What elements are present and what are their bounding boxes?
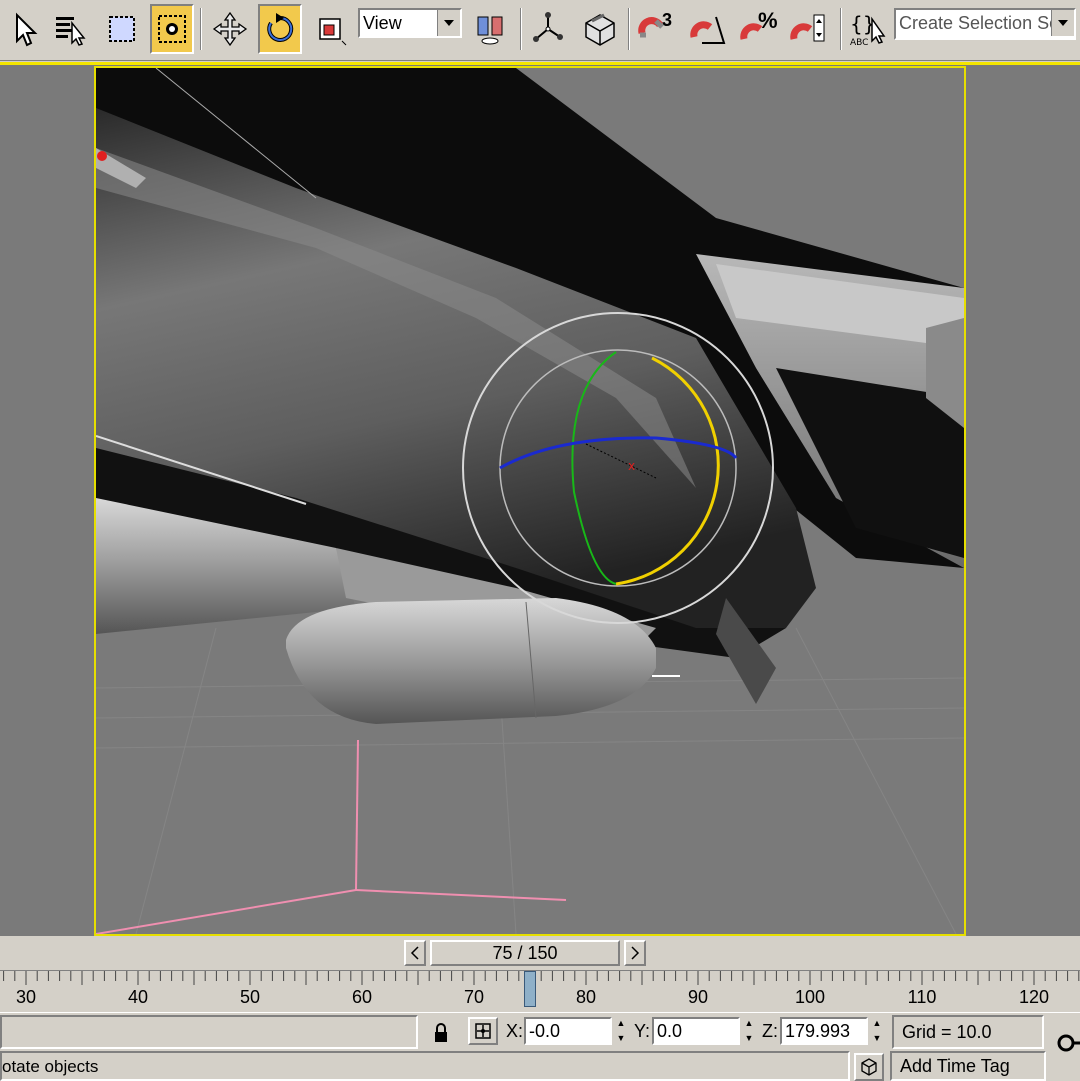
time-slider-bar: 75 / 150 [0, 936, 1080, 970]
toolbar-separator [200, 8, 202, 50]
animation-key-control[interactable] [1056, 1031, 1080, 1055]
track-tick-label: 30 [15, 987, 37, 1007]
grid-size-label: Grid = 10.0 [902, 1022, 992, 1042]
track-tick-label: 50 [239, 987, 261, 1007]
snap-dimension-label: 3 [662, 10, 673, 30]
key-icon [1057, 1034, 1080, 1052]
scene-render: x [96, 68, 964, 934]
prompt-line: otate objects [0, 1051, 850, 1081]
toolbar-separator [520, 8, 522, 50]
scale-icon [319, 18, 347, 46]
lock-icon [435, 1023, 447, 1042]
select-by-name-icon [56, 17, 86, 46]
chevron-left-icon [410, 946, 419, 960]
grid-size-display: Grid = 10.0 [892, 1015, 1044, 1049]
use-pivot-point-center-button[interactable] [468, 4, 512, 54]
named-selection-sets-dropdown[interactable]: Create Selection Set [894, 8, 1076, 40]
time-tag-icon-button[interactable] [854, 1053, 884, 1081]
select-and-manipulate-button[interactable] [526, 4, 570, 54]
x-coordinate-spinner[interactable]: ▲ ▼ [614, 1017, 628, 1045]
script-listener-area[interactable] [0, 1015, 418, 1049]
svg-text:x: x [628, 459, 635, 473]
window-crossing-button[interactable] [150, 4, 194, 54]
time-playhead[interactable] [524, 971, 536, 1007]
select-and-move-button[interactable] [208, 4, 252, 54]
track-tick-label: 90 [687, 987, 709, 1007]
spinner-snap-icon [790, 14, 825, 42]
select-object-button[interactable] [2, 4, 46, 54]
svg-text:ABC: ABC [850, 38, 868, 48]
dropdown-arrow-icon [437, 10, 460, 36]
rotate-icon [267, 13, 294, 42]
chevron-right-icon [631, 946, 640, 960]
named-selection-sets-placeholder: Create Selection Set [899, 13, 1065, 33]
x-coordinate-label: X: [506, 1021, 524, 1041]
track-tick-label: 40 [127, 987, 149, 1007]
track-tick-label: 60 [351, 987, 373, 1007]
x-coordinate-value: -0.0 [529, 1021, 561, 1041]
track-tick-label: 110 [907, 987, 937, 1007]
add-time-tag-button[interactable]: Add Time Tag [890, 1051, 1046, 1081]
rectangular-selection-button[interactable] [100, 4, 144, 54]
edit-named-selection-sets-button[interactable]: {} ABC [846, 4, 890, 54]
y-coordinate-spinner[interactable]: ▲ ▼ [742, 1017, 756, 1045]
keyboard-shortcut-icon [585, 13, 615, 46]
move-arrows-icon [212, 11, 248, 47]
time-slider[interactable]: 75 / 150 [430, 940, 620, 966]
select-and-rotate-button[interactable] [258, 4, 302, 54]
track-tick-label: 100 [794, 987, 826, 1007]
reference-coordinate-value: View [363, 13, 402, 33]
reference-coordinate-dropdown[interactable]: View [358, 8, 462, 38]
z-coordinate-spinner[interactable]: ▲ ▼ [870, 1017, 884, 1045]
window-crossing-icon [158, 15, 186, 43]
select-and-scale-button[interactable] [308, 4, 352, 54]
snaps-toggle-button[interactable]: 3 [634, 4, 678, 54]
select-arrow-icon [16, 12, 38, 47]
angle-snap-icon [690, 16, 726, 44]
keyboard-shortcut-override-button[interactable] [578, 4, 622, 54]
z-coordinate-value: 179.993 [785, 1021, 851, 1041]
z-coordinate-label: Z: [762, 1021, 778, 1041]
selection-lock-toggle[interactable] [428, 1019, 454, 1047]
select-by-name-button[interactable] [48, 4, 92, 54]
spinner-snap-toggle-button[interactable] [788, 4, 832, 54]
absolute-mode-transform-button[interactable] [468, 1017, 498, 1045]
previous-frame-button[interactable] [404, 940, 426, 966]
pivot-center-icon [477, 16, 503, 45]
next-frame-button[interactable] [624, 940, 646, 966]
toolbar-separator [628, 8, 630, 50]
rectangle-selection-icon [109, 16, 135, 42]
dropdown-arrow-icon [1051, 10, 1074, 36]
main-toolbar: View 3 % {} ABC Create Selection Set [0, 0, 1080, 61]
z-coordinate-field[interactable]: 179.993 [780, 1017, 868, 1045]
angle-snap-toggle-button[interactable] [686, 4, 730, 54]
y-coordinate-value: 0.0 [657, 1021, 683, 1041]
manipulate-icon [533, 12, 563, 42]
add-time-tag-label: Add Time Tag [900, 1056, 1010, 1076]
y-coordinate-label: Y: [634, 1021, 651, 1041]
track-bar[interactable]: 30 40 50 60 70 80 90 100 110 120 [0, 970, 1080, 1013]
frame-counter-label: 75 / 150 [492, 943, 558, 963]
track-tick-label: 80 [575, 987, 597, 1007]
cube-tag-icon [861, 1058, 877, 1076]
percent-label: % [758, 8, 778, 33]
x-coordinate-field[interactable]: -0.0 [524, 1017, 612, 1045]
track-bar-ticks [3, 971, 1080, 985]
prompt-text: otate objects [2, 1057, 99, 1076]
perspective-viewport[interactable]: x [94, 66, 966, 936]
percent-snap-toggle-button[interactable]: % [738, 4, 782, 54]
track-tick-label: 120 [1018, 987, 1050, 1007]
status-bar: X: -0.0 ▲ ▼ Y: 0.0 ▲ ▼ Z: 179.993 ▲ ▼ Grid … [0, 1012, 1080, 1081]
y-coordinate-field[interactable]: 0.0 [652, 1017, 740, 1045]
transform-mode-icon [475, 1023, 491, 1039]
named-selection-icon: {}ABC [850, 12, 886, 48]
toolbar-separator [840, 8, 842, 50]
track-tick-label: 70 [463, 987, 485, 1007]
